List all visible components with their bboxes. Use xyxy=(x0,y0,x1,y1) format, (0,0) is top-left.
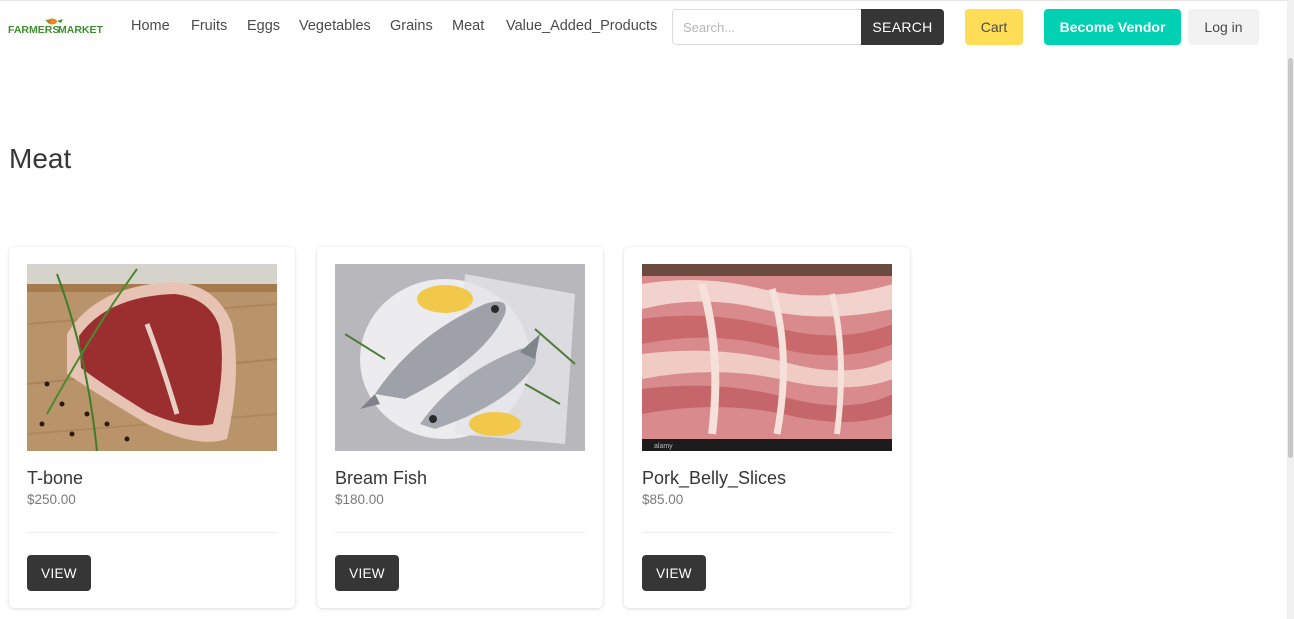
page-title: Meat xyxy=(9,143,72,174)
search-input[interactable] xyxy=(672,9,862,45)
nav-item-vegetables[interactable]: Vegetables xyxy=(299,18,371,34)
product-price: $180.00 xyxy=(335,492,384,507)
svg-text:FARMERS: FARMERS xyxy=(8,24,59,36)
card-divider xyxy=(642,532,892,533)
view-button-bream-fish[interactable]: VIEW xyxy=(335,555,399,591)
logo[interactable]: FARMERS MARKET xyxy=(8,17,112,37)
product-name: T-bone xyxy=(27,468,84,488)
pork-image-graphic: alamy xyxy=(642,264,892,451)
product-price: $85.00 xyxy=(642,492,684,507)
svg-text:MARKET: MARKET xyxy=(58,24,103,36)
view-button-t-bone[interactable]: VIEW xyxy=(27,555,91,591)
search-button[interactable]: SEARCH xyxy=(861,9,944,45)
vertical-scrollbar[interactable] xyxy=(1287,0,1294,619)
page: FARMERS MARKET Home Fruits Eggs Vegetabl… xyxy=(0,0,1294,619)
nav-item-eggs[interactable]: Eggs xyxy=(247,18,280,34)
product-card-t-bone: T-bone $250.00 VIEW xyxy=(9,247,295,608)
cart-button[interactable]: Cart xyxy=(965,9,1023,45)
card-divider xyxy=(335,532,585,533)
fish-image-graphic xyxy=(335,264,585,451)
login-button[interactable]: Log in xyxy=(1188,9,1259,45)
logo-icon: FARMERS MARKET xyxy=(8,18,103,36)
nav-item-fruits[interactable]: Fruits xyxy=(191,18,227,34)
become-vendor-button[interactable]: Become Vendor xyxy=(1044,9,1181,45)
bream-fish-image[interactable] xyxy=(335,264,585,451)
nav-item-grains[interactable]: Grains xyxy=(390,18,433,34)
product-price: $250.00 xyxy=(27,492,76,507)
nav-item-meat[interactable]: Meat xyxy=(452,18,484,34)
product-card-bream-fish: Bream Fish $180.00 VIEW xyxy=(317,247,603,608)
steak-image-graphic xyxy=(27,264,277,451)
view-button-pork-belly-slices[interactable]: VIEW xyxy=(642,555,706,591)
product-name: Bream Fish xyxy=(335,468,428,488)
svg-text:alamy: alamy xyxy=(654,443,673,450)
product-card-pork-belly-slices: alamy Pork_Belly_Slices $85.00 VIEW xyxy=(624,247,910,608)
nav-item-value-added-products[interactable]: Value_Added_Products xyxy=(506,18,657,34)
nav-item-home[interactable]: Home xyxy=(131,18,170,34)
scrollbar-thumb[interactable] xyxy=(1288,58,1293,458)
product-name: Pork_Belly_Slices xyxy=(642,468,787,488)
card-divider xyxy=(27,532,277,533)
t-bone-steak-image[interactable] xyxy=(27,264,277,451)
navbar: FARMERS MARKET Home Fruits Eggs Vegetabl… xyxy=(0,0,1287,52)
pork-belly-image[interactable]: alamy xyxy=(642,264,892,451)
